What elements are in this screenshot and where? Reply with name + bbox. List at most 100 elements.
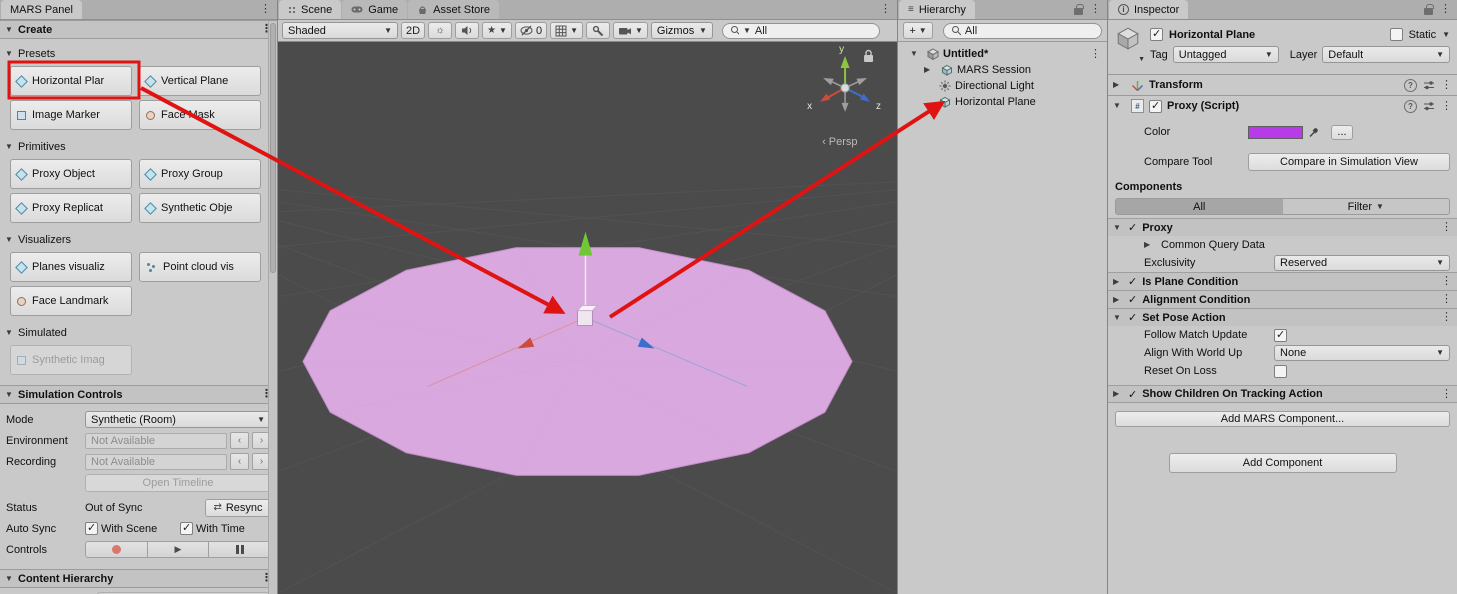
preset-face-mask-button[interactable]: Face Mask [139,100,261,130]
tab-scene[interactable]: Scene [279,0,341,19]
show-children-section-header[interactable]: ▶ ✓ Show Children On Tracking Action ⋮ [1108,385,1457,403]
scene-visibility-toggle[interactable]: 0 [515,22,547,39]
gizmos-dropdown[interactable]: Gizmos ▼ [651,22,713,39]
hierarchy-menu-icon[interactable]: ⋮ [1090,4,1101,15]
chevron-down-icon[interactable]: ▼ [5,391,18,399]
filter-dropdown-tab[interactable]: Filter ▼ [1283,199,1450,214]
proxy-enabled-checkbox[interactable] [1149,100,1162,113]
is-plane-menu-icon[interactable]: ⋮ [1441,276,1452,287]
primitive-synthetic-object-button[interactable]: Synthetic Obje [139,193,261,223]
align-with-world-up-dropdown[interactable]: None ▼ [1274,345,1450,361]
persp-label[interactable]: ‹ Persp [822,136,857,148]
recording-prev-button[interactable]: ‹ [230,453,249,470]
simulated-foldout[interactable]: ▼ Simulated [0,324,277,342]
visualizer-face-landmarks-button[interactable]: Face Landmark [10,286,132,316]
proxy-section-header[interactable]: ▼ ✓ Proxy ⋮ [1108,218,1457,236]
effects-dropdown[interactable]: ★▼ [482,22,512,39]
add-mars-component-button[interactable]: Add MARS Component... [1115,411,1450,427]
tree-item-mars-session[interactable]: ▶ MARS Session [898,62,1107,78]
follow-match-update-checkbox[interactable] [1274,329,1287,342]
viewport-lock-icon[interactable] [864,50,873,61]
mars-scrollbar[interactable] [268,21,277,594]
environment-prev-button[interactable]: ‹ [230,432,249,449]
preset-image-marker-button[interactable]: Image Marker [10,100,132,130]
grid-visibility-dropdown[interactable]: ▼ [550,22,583,39]
chevron-right-icon[interactable]: ▶ [1144,241,1157,249]
color-swatch[interactable] [1248,126,1303,139]
scene-viewport[interactable]: y x z ‹ Persp [278,42,897,594]
active-checkbox[interactable] [1150,28,1163,41]
mars-scrollbar-thumb[interactable] [270,23,276,273]
visualizer-planes-button[interactable]: Planes visualiz [10,252,132,282]
add-component-button[interactable]: Add Component [1169,453,1397,473]
help-icon[interactable]: ? [1404,100,1417,113]
presets-icon[interactable] [1423,100,1435,112]
with-scene-checkbox[interactable] [85,522,98,535]
camera-settings-dropdown[interactable]: ▼ [613,22,648,39]
gizmo-center-cube[interactable] [578,311,593,326]
tab-game[interactable]: Game [342,0,407,19]
tree-item-horizontal-plane[interactable]: Horizontal Plane [898,94,1107,110]
chevron-down-icon[interactable]: ▼ [1442,31,1450,39]
inspector-menu-icon[interactable]: ⋮ [1440,4,1451,15]
chevron-down-icon[interactable]: ▼ [1113,102,1126,110]
exclusivity-dropdown[interactable]: Reserved ▼ [1274,255,1450,271]
record-button[interactable] [85,541,148,558]
2d-toggle-button[interactable]: 2D [401,22,425,39]
orientation-neg-z-cone[interactable] [823,78,834,85]
set-pose-menu-icon[interactable]: ⋮ [1441,312,1452,323]
lock-icon[interactable] [1074,8,1083,15]
lock-icon[interactable] [1424,8,1433,15]
orientation-center[interactable] [841,84,849,92]
scene-canvas[interactable]: y x z ‹ Persp [278,42,897,593]
check-icon[interactable]: ✓ [1128,388,1137,401]
hierarchy-search-input[interactable] [965,25,1094,37]
pause-button[interactable] [209,541,271,558]
mars-panel-menu-icon[interactable]: ⋮ [260,4,271,15]
primitive-proxy-replicator-button[interactable]: Proxy Replicat [10,193,132,223]
object-name-field[interactable]: Horizontal Plane [1169,29,1384,41]
mode-dropdown[interactable]: Synthetic (Room) ▼ [85,411,271,428]
chevron-right-icon[interactable]: ▶ [1113,296,1126,304]
chevron-down-icon[interactable]: ▼ [910,50,923,58]
static-checkbox[interactable] [1390,28,1403,41]
check-icon[interactable]: ✓ [1128,293,1137,306]
play-button[interactable]: ▶ [148,541,210,558]
transform-menu-icon[interactable]: ⋮ [1441,80,1452,91]
scene-lighting-toggle[interactable]: ☼ [428,22,452,39]
common-query-data-row[interactable]: ▶ Common Query Data [1108,236,1457,254]
compare-in-simulation-view-button[interactable]: Compare in Simulation View [1248,153,1450,171]
check-icon[interactable]: ✓ [1128,221,1137,234]
scene-audio-toggle[interactable] [455,22,479,39]
is-plane-condition-header[interactable]: ▶ ✓ Is Plane Condition ⋮ [1108,272,1457,290]
tab-inspector[interactable]: i Inspector [1109,0,1188,19]
orientation-z-cone[interactable] [860,94,870,102]
tree-item-directional-light[interactable]: Directional Light [898,78,1107,94]
primitive-proxy-group-button[interactable]: Proxy Group [139,159,261,189]
chevron-right-icon[interactable]: ▶ [1113,278,1126,286]
check-icon[interactable]: ✓ [1128,275,1137,288]
shading-mode-dropdown[interactable]: Shaded ▼ [282,22,398,39]
tag-dropdown[interactable]: Untagged ▼ [1173,46,1279,63]
transform-component-header[interactable]: ▶ Transform ? ⋮ [1108,74,1457,95]
chevron-right-icon[interactable]: ▶ [1113,390,1126,398]
primitives-foldout[interactable]: ▼ Primitives [0,138,277,156]
chevron-right-icon[interactable]: ▶ [1113,81,1126,89]
orientation-neg-x-cone[interactable] [856,78,867,85]
primitive-proxy-object-button[interactable]: Proxy Object [10,159,132,189]
layer-dropdown[interactable]: Default ▼ [1322,46,1450,63]
orientation-y-cone[interactable] [841,56,850,68]
presets-foldout[interactable]: ▼ Presets [0,45,277,63]
scene-row-menu-icon[interactable]: ⋮ [1090,49,1101,60]
reset-on-loss-checkbox[interactable] [1274,365,1287,378]
with-time-checkbox[interactable] [180,522,193,535]
chevron-down-icon[interactable]: ▼ [1113,314,1126,322]
hierarchy-scene-row[interactable]: ▼ Untitled* ⋮ [898,46,1107,62]
proxy-section-menu-icon[interactable]: ⋮ [1441,222,1452,233]
object-icon-wrap[interactable]: ▼ [1115,25,1143,65]
resync-button[interactable]: ⇄ Resync [205,499,271,517]
preset-vertical-plane-button[interactable]: Vertical Plane [139,66,261,96]
tab-mars-panel[interactable]: MARS Panel [1,0,82,19]
orientation-x-cone[interactable] [820,94,830,102]
show-children-menu-icon[interactable]: ⋮ [1441,389,1452,400]
